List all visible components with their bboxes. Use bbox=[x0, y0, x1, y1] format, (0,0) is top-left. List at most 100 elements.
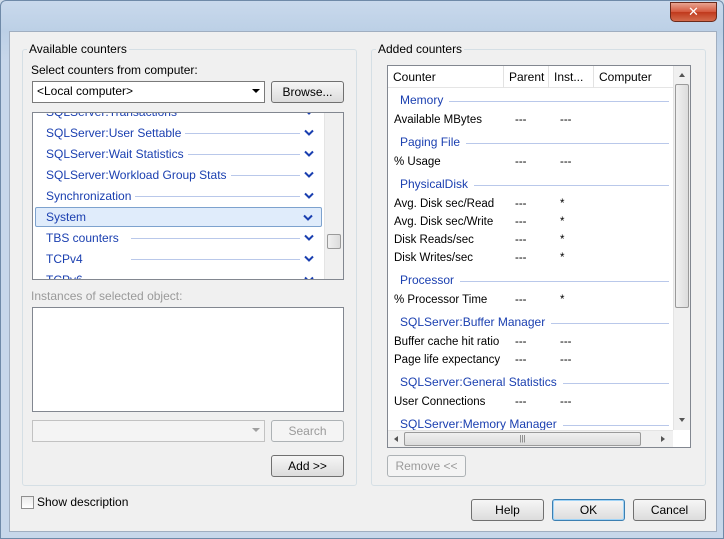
chevron-down-icon bbox=[252, 89, 260, 93]
counter-instance: --- bbox=[560, 354, 572, 366]
close-icon: ✕ bbox=[688, 4, 699, 20]
object-list-item[interactable]: TCPv6 bbox=[35, 270, 322, 280]
scroll-up-icon[interactable] bbox=[679, 73, 685, 77]
added-list-hscroll[interactable]: ||| bbox=[388, 430, 673, 447]
counter-parent: --- bbox=[515, 216, 527, 228]
scroll-grip-icon: ||| bbox=[519, 434, 526, 443]
chevron-down-icon bbox=[252, 428, 260, 432]
cancel-button[interactable]: Cancel bbox=[633, 499, 706, 521]
remove-button[interactable]: Remove << bbox=[387, 455, 466, 477]
expand-chevron-icon[interactable] bbox=[304, 128, 314, 138]
object-list-item-label: SQLServer:Workload Group Stats bbox=[46, 168, 231, 182]
counter-group-divider bbox=[551, 323, 669, 324]
object-list-item[interactable]: SQLServer:Workload Group Stats bbox=[35, 165, 322, 185]
counter-group-header[interactable]: Paging File bbox=[388, 132, 673, 153]
scroll-right-icon[interactable] bbox=[661, 436, 665, 442]
object-list[interactable]: SQLServer:Transactions SQLServer:User Set… bbox=[32, 112, 344, 280]
counter-name: % Usage bbox=[394, 156, 441, 168]
counter-instance: * bbox=[560, 252, 565, 264]
object-list-item-label: SQLServer:Transactions bbox=[46, 113, 181, 119]
counter-instance: --- bbox=[560, 396, 572, 408]
expand-chevron-icon[interactable] bbox=[304, 254, 314, 264]
help-button[interactable]: Help bbox=[471, 499, 544, 521]
object-list-item[interactable]: SQLServer:User Settable bbox=[35, 123, 322, 143]
counter-group-divider bbox=[562, 425, 669, 426]
counter-name: Available MBytes bbox=[394, 114, 482, 126]
added-counters-list[interactable]: Counter Parent Inst... Computer Memory Avail… bbox=[387, 65, 691, 448]
counter-instance: * bbox=[560, 216, 565, 228]
object-list-scroll-thumb[interactable] bbox=[327, 234, 341, 249]
ok-button[interactable]: OK bbox=[552, 499, 625, 521]
expand-chevron-icon[interactable] bbox=[304, 149, 314, 159]
added-list-hscroll-thumb[interactable]: ||| bbox=[404, 432, 641, 446]
counter-row[interactable]: Page life expectancy --- --- bbox=[388, 351, 673, 369]
counter-row[interactable]: % Processor Time --- * bbox=[388, 291, 673, 309]
counter-name: Avg. Disk sec/Write bbox=[394, 216, 494, 228]
add-button[interactable]: Add >> bbox=[271, 455, 344, 477]
search-button[interactable]: Search bbox=[271, 420, 344, 442]
object-list-item-label: SQLServer:Wait Statistics bbox=[46, 147, 188, 161]
expand-chevron-icon[interactable] bbox=[304, 275, 314, 280]
counter-group-name: SQLServer:General Statistics bbox=[400, 375, 557, 389]
show-description-checkbox[interactable] bbox=[21, 496, 34, 509]
browse-button[interactable]: Browse... bbox=[271, 81, 344, 103]
counter-group-header[interactable]: SQLServer:General Statistics bbox=[388, 372, 673, 393]
computer-combobox[interactable]: <Local computer> bbox=[32, 81, 265, 103]
counter-group-header[interactable]: Memory bbox=[388, 90, 673, 111]
counter-row[interactable]: Buffer cache hit ratio --- --- bbox=[388, 333, 673, 351]
scroll-down-icon[interactable] bbox=[679, 418, 685, 422]
counter-row[interactable]: Avg. Disk sec/Read --- * bbox=[388, 195, 673, 213]
instances-list[interactable] bbox=[32, 307, 344, 412]
column-header[interactable]: Computer bbox=[594, 66, 684, 88]
object-list-item-label: Synchronization bbox=[46, 189, 136, 203]
column-header[interactable]: Inst... bbox=[549, 66, 594, 88]
expand-chevron-icon[interactable] bbox=[303, 213, 313, 223]
counter-group-name: Paging File bbox=[400, 135, 461, 149]
object-list-item[interactable]: Synchronization bbox=[35, 186, 322, 206]
close-button[interactable]: ✕ bbox=[670, 2, 717, 22]
scroll-left-icon[interactable] bbox=[394, 436, 398, 442]
counter-row[interactable]: Disk Writes/sec --- * bbox=[388, 249, 673, 267]
select-computer-label: Select counters from computer: bbox=[31, 63, 198, 77]
object-list-item-label: TBS counters bbox=[46, 231, 123, 245]
counter-instance: * bbox=[560, 198, 565, 210]
expand-chevron-icon[interactable] bbox=[304, 191, 314, 201]
counter-row[interactable]: User Connections --- --- bbox=[388, 393, 673, 411]
expand-chevron-icon[interactable] bbox=[304, 233, 314, 243]
object-list-item[interactable]: TBS counters bbox=[35, 228, 322, 248]
counter-row[interactable]: Avg. Disk sec/Write --- * bbox=[388, 213, 673, 231]
counter-name: User Connections bbox=[394, 396, 486, 408]
counter-row[interactable]: Available MBytes --- --- bbox=[388, 111, 673, 129]
column-header[interactable]: Counter bbox=[388, 66, 504, 88]
counter-name: Disk Writes/sec bbox=[394, 252, 474, 264]
object-list-scrollbar[interactable] bbox=[324, 113, 343, 279]
added-list-vscroll[interactable] bbox=[673, 66, 690, 430]
counter-group-divider bbox=[460, 281, 669, 282]
object-list-item[interactable]: SQLServer:Transactions bbox=[35, 112, 322, 122]
counter-instance: * bbox=[560, 234, 565, 246]
counter-parent: --- bbox=[515, 294, 527, 306]
counter-group-divider bbox=[562, 383, 669, 384]
counter-parent: --- bbox=[515, 234, 527, 246]
expand-chevron-icon[interactable] bbox=[304, 170, 314, 180]
expand-chevron-icon[interactable] bbox=[304, 112, 314, 117]
counter-group-header[interactable]: PhysicalDisk bbox=[388, 174, 673, 195]
search-combobox[interactable] bbox=[32, 420, 265, 442]
counter-row[interactable]: % Usage --- --- bbox=[388, 153, 673, 171]
added-list-vscroll-thumb[interactable] bbox=[675, 84, 689, 308]
object-list-item[interactable]: TCPv4 bbox=[35, 249, 322, 269]
added-counters-legend: Added counters bbox=[376, 42, 465, 56]
object-list-item[interactable]: System bbox=[35, 207, 322, 227]
object-list-item-divider bbox=[131, 259, 300, 260]
column-header[interactable]: Parent bbox=[504, 66, 549, 88]
counter-group-name: PhysicalDisk bbox=[400, 177, 469, 191]
counter-parent: --- bbox=[515, 336, 527, 348]
object-list-item-divider bbox=[131, 238, 300, 239]
counter-group-header[interactable]: SQLServer:Buffer Manager bbox=[388, 312, 673, 333]
computer-value: <Local computer> bbox=[37, 84, 134, 98]
counter-row[interactable]: Disk Reads/sec --- * bbox=[388, 231, 673, 249]
object-list-item[interactable]: SQLServer:Wait Statistics bbox=[35, 144, 322, 164]
object-list-item-divider bbox=[131, 196, 300, 197]
counter-group-header[interactable]: Processor bbox=[388, 270, 673, 291]
show-description-label[interactable]: Show description bbox=[37, 495, 128, 509]
